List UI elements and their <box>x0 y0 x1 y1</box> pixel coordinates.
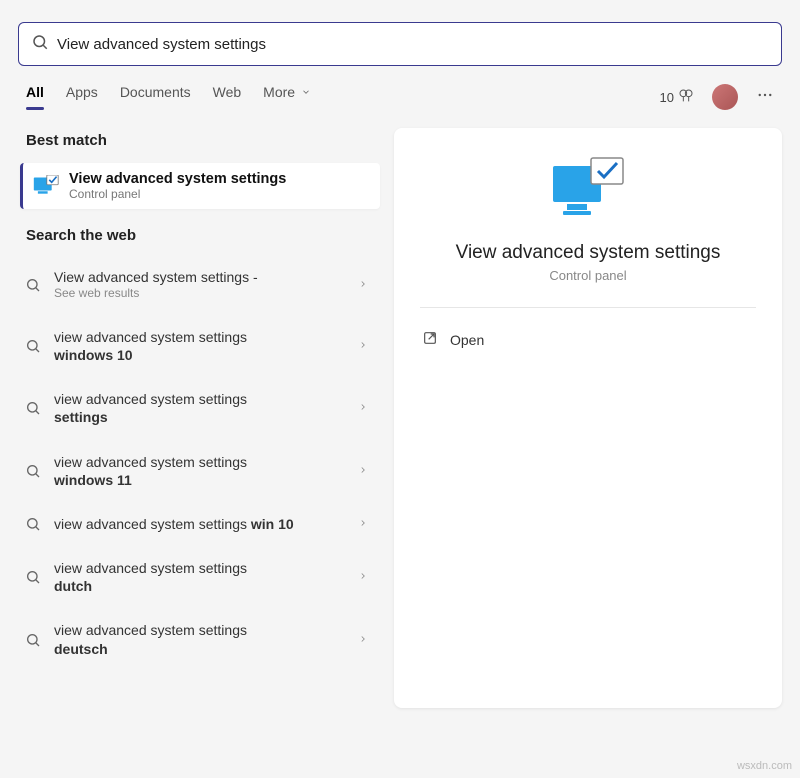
tabs-row: All Apps Documents Web More 10 <box>0 66 800 110</box>
chevron-right-icon <box>358 462 368 480</box>
tab-apps[interactable]: Apps <box>66 84 98 110</box>
chevron-down-icon <box>301 84 311 100</box>
tabs: All Apps Documents Web More <box>26 84 311 110</box>
web-result[interactable]: view advanced system settings windows 11 <box>20 443 380 499</box>
tab-more-label: More <box>263 84 295 100</box>
detail-subtitle: Control panel <box>420 268 756 283</box>
search-icon <box>24 463 42 479</box>
web-line1: view advanced system settings <box>54 622 247 638</box>
chevron-right-icon <box>358 276 368 294</box>
search-icon <box>24 277 42 293</box>
search-icon <box>24 569 42 585</box>
web-line1: view advanced system settings <box>54 454 247 470</box>
search-icon <box>24 400 42 416</box>
web-line1: view advanced system settings <box>54 560 247 576</box>
chevron-right-icon <box>358 568 368 586</box>
web-result[interactable]: view advanced system settings deutsch <box>20 611 380 667</box>
web-line1: view advanced system settings <box>54 516 247 532</box>
web-line2: See web results <box>54 286 346 302</box>
web-result-text: view advanced system settings win 10 <box>54 515 346 533</box>
search-bar[interactable] <box>18 22 782 66</box>
web-result-text: view advanced system settings windows 10 <box>54 328 346 364</box>
tab-all[interactable]: All <box>26 84 44 110</box>
tab-web[interactable]: Web <box>213 84 242 110</box>
web-result[interactable]: View advanced system settings - See web … <box>20 258 380 312</box>
chevron-right-icon <box>358 399 368 417</box>
web-result-text: view advanced system settings windows 11 <box>54 453 346 489</box>
rewards-points[interactable]: 10 <box>660 88 694 107</box>
body: Best match View advanced system settings… <box>0 110 800 708</box>
open-icon <box>422 330 438 349</box>
search-icon <box>31 33 49 56</box>
search-icon <box>24 632 42 648</box>
web-bold: windows 10 <box>54 347 133 363</box>
points-value: 10 <box>660 90 674 105</box>
chevron-right-icon <box>358 631 368 649</box>
header-right: 10 <box>660 84 774 110</box>
results-column: Best match View advanced system settings… <box>0 128 388 708</box>
web-line1: View advanced system settings - <box>54 268 346 286</box>
web-line1: view advanced system settings <box>54 329 247 345</box>
web-line1: view advanced system settings <box>54 391 247 407</box>
chevron-right-icon <box>358 515 368 533</box>
web-result-text: view advanced system settings deutsch <box>54 621 346 657</box>
section-search-web: Search the web <box>26 227 388 244</box>
web-bold: dutch <box>54 578 92 594</box>
web-bold: windows 11 <box>54 472 132 488</box>
search-input[interactable] <box>57 36 769 53</box>
tab-more[interactable]: More <box>263 84 311 110</box>
best-match-item[interactable]: View advanced system settings Control pa… <box>20 163 380 209</box>
section-best-match: Best match <box>26 132 388 149</box>
best-match-title: View advanced system settings <box>69 171 286 187</box>
web-result-text: View advanced system settings - See web … <box>54 268 346 302</box>
chevron-right-icon <box>358 337 368 355</box>
web-bold: win 10 <box>251 516 294 532</box>
web-bold: settings <box>54 409 108 425</box>
detail-title: View advanced system settings <box>420 242 756 264</box>
web-result-text: view advanced system settings dutch <box>54 559 346 595</box>
action-open[interactable]: Open <box>420 326 756 353</box>
avatar[interactable] <box>712 84 738 110</box>
more-options-icon[interactable] <box>756 86 774 109</box>
web-result[interactable]: view advanced system settings windows 10 <box>20 318 380 374</box>
detail-icon <box>420 156 756 222</box>
detail-panel: View advanced system settings Control pa… <box>394 128 782 708</box>
watermark: wsxdn.com <box>737 760 792 772</box>
web-result-text: view advanced system settings settings <box>54 390 346 426</box>
web-bold: deutsch <box>54 641 108 657</box>
web-result[interactable]: view advanced system settings win 10 <box>20 505 380 543</box>
web-result[interactable]: view advanced system settings settings <box>20 380 380 436</box>
web-result[interactable]: view advanced system settings dutch <box>20 549 380 605</box>
control-panel-icon <box>33 175 59 197</box>
search-icon <box>24 338 42 354</box>
best-match-text: View advanced system settings Control pa… <box>69 171 286 201</box>
divider <box>420 307 756 308</box>
medal-icon <box>678 88 694 107</box>
tab-documents[interactable]: Documents <box>120 84 191 110</box>
action-label: Open <box>450 332 484 348</box>
best-match-subtitle: Control panel <box>69 187 286 201</box>
search-icon <box>24 516 42 532</box>
